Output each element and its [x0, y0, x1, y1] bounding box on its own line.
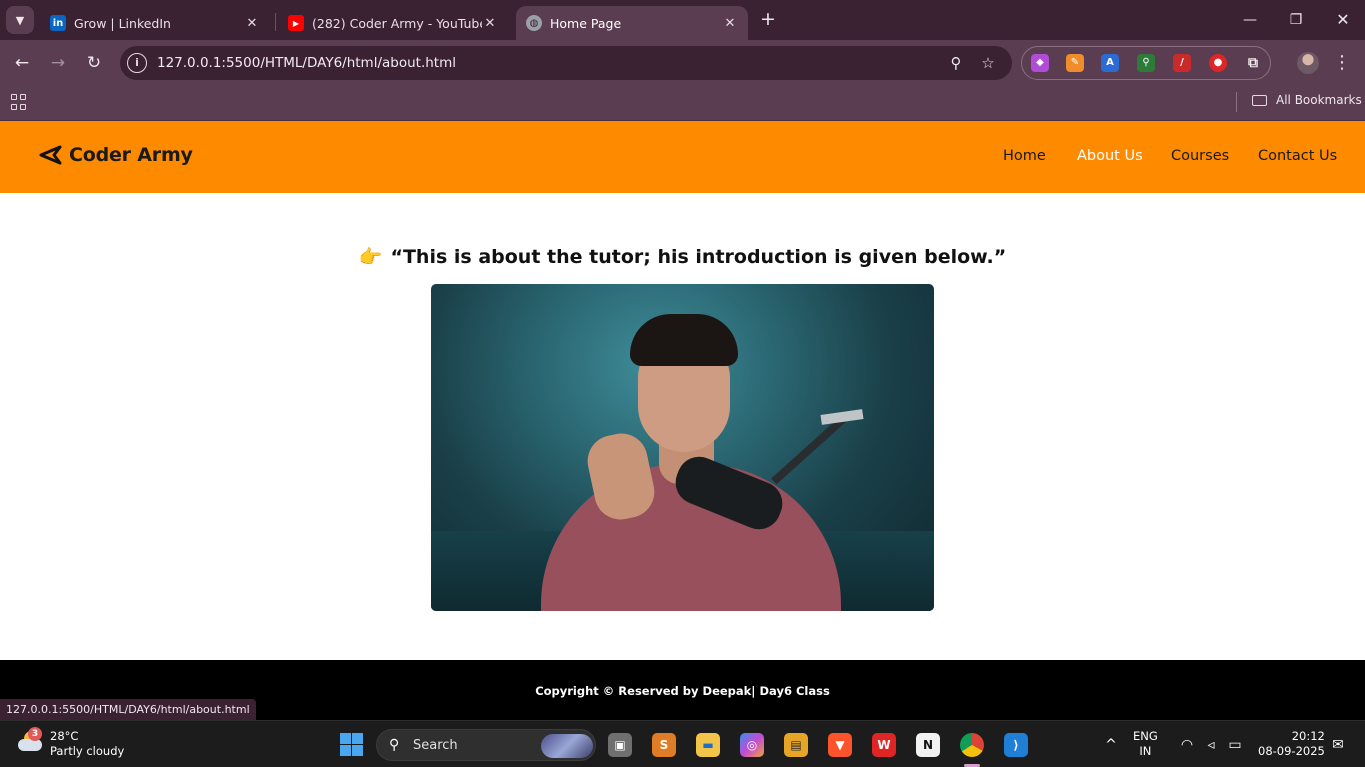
- copyright-text: Copyright © Reserved by Deepak| Day6 Cla…: [535, 684, 830, 698]
- chevron-up-icon[interactable]: ^: [1101, 735, 1121, 755]
- about-heading: 👉 “This is about the tutor; his introduct…: [0, 245, 1365, 268]
- clock-time: 20:12: [1291, 729, 1325, 743]
- extension-icon[interactable]: A: [1101, 54, 1119, 72]
- brand-name: Coder Army: [69, 144, 193, 166]
- language-indicator[interactable]: ENG IN: [1133, 729, 1158, 759]
- tutor-photo: [431, 284, 934, 611]
- profile-avatar[interactable]: [1297, 52, 1319, 74]
- tab-label: Grow | LinkedIn: [74, 15, 171, 31]
- windows-taskbar: 3 28°C Partly cloudy ⚲ Search ▣ S ▬ ◎ ▤ …: [0, 720, 1365, 767]
- clock-date: 08-09-2025: [1258, 744, 1325, 758]
- pointing-hand-icon: 👉: [358, 246, 383, 268]
- notion-icon[interactable]: N: [916, 733, 940, 757]
- brand-arrow-icon: [39, 145, 62, 165]
- puzzle-icon[interactable]: ⧉: [1244, 54, 1262, 72]
- copilot-icon[interactable]: ◎: [740, 733, 764, 757]
- region-code: IN: [1139, 744, 1152, 758]
- folder-icon: [1252, 94, 1267, 106]
- linkedin-icon: in: [50, 15, 66, 31]
- weather-widget[interactable]: 3 28°C Partly cloudy: [18, 727, 125, 759]
- extension-icon[interactable]: ●: [1209, 54, 1227, 72]
- sublime-text-icon[interactable]: S: [652, 733, 676, 757]
- volume-icon[interactable]: ◃: [1201, 735, 1221, 755]
- extension-icon[interactable]: ✎: [1066, 54, 1084, 72]
- all-bookmarks-label: All Bookmarks: [1276, 93, 1362, 107]
- browser-toolbar: ← → ↻ i 127.0.0.1:5500/HTML/DAY6/html/ab…: [0, 40, 1365, 86]
- taskbar-search[interactable]: ⚲ Search: [376, 729, 596, 761]
- minimize-button[interactable]: —: [1238, 8, 1262, 32]
- youtube-icon: ▶: [288, 15, 304, 31]
- bookmarks-divider: [1236, 92, 1237, 112]
- zoom-icon[interactable]: ⚲: [946, 53, 966, 73]
- brand-logo[interactable]: Coder Army: [38, 143, 193, 167]
- site-info-icon[interactable]: i: [127, 53, 147, 73]
- about-heading-text: “This is about the tutor; his introducti…: [390, 246, 1007, 268]
- extension-icon[interactable]: ◆: [1031, 54, 1049, 72]
- restore-button[interactable]: ❐: [1284, 8, 1308, 32]
- tab-label: (282) Coder Army - YouTube: [312, 15, 482, 31]
- nav-contact-us[interactable]: Contact Us: [1258, 148, 1337, 164]
- tab-divider: [275, 13, 276, 31]
- wifi-icon[interactable]: ◠: [1177, 735, 1197, 755]
- search-label: Search: [413, 738, 458, 753]
- back-button[interactable]: ←: [9, 50, 35, 76]
- clock[interactable]: 20:12 08-09-2025: [1258, 729, 1325, 759]
- close-icon[interactable]: ✕: [244, 16, 260, 31]
- globe-icon: ◍: [526, 15, 542, 31]
- extension-icon[interactable]: ⚲: [1137, 54, 1155, 72]
- tab-youtube[interactable]: ▶ (282) Coder Army - YouTube ✕: [278, 6, 508, 40]
- nav-home[interactable]: Home: [1003, 148, 1046, 164]
- tab-home-page[interactable]: ◍ Home Page ✕: [516, 6, 748, 40]
- brave-browser-icon[interactable]: ▼: [828, 733, 852, 757]
- tab-search-button[interactable]: ▼: [6, 6, 34, 34]
- tab-label: Home Page: [550, 15, 622, 31]
- search-icon: ⚲: [389, 737, 400, 753]
- vscode-icon[interactable]: ⟩: [1004, 733, 1028, 757]
- close-window-button[interactable]: ✕: [1331, 8, 1355, 32]
- windows-start-icon[interactable]: [340, 733, 363, 756]
- tab-linkedin[interactable]: in Grow | LinkedIn ✕: [40, 6, 270, 40]
- browser-tab-strip: ▼ in Grow | LinkedIn ✕ ▶ (282) Coder Arm…: [0, 0, 1365, 40]
- extension-icon[interactable]: /: [1173, 54, 1191, 72]
- apps-icon[interactable]: [11, 94, 27, 110]
- battery-icon[interactable]: ▭: [1225, 735, 1245, 755]
- address-bar[interactable]: i 127.0.0.1:5500/HTML/DAY6/html/about.ht…: [120, 46, 1012, 80]
- status-bar-url: 127.0.0.1:5500/HTML/DAY6/html/about.html: [0, 699, 256, 720]
- close-icon[interactable]: ✕: [482, 16, 498, 31]
- notification-badge: 3: [28, 727, 42, 741]
- extensions-area: ◆ ✎ A ⚲ / ● ⧉: [1021, 46, 1271, 80]
- file-explorer-icon[interactable]: ▬: [696, 733, 720, 757]
- partly-cloudy-icon: 3: [18, 727, 44, 755]
- search-highlight-image: [541, 734, 593, 758]
- notifications-icon[interactable]: ✉: [1328, 735, 1348, 755]
- task-view-icon[interactable]: ▣: [608, 733, 632, 757]
- new-tab-button[interactable]: +: [758, 9, 778, 29]
- notes-app-icon[interactable]: ▤: [784, 733, 808, 757]
- reload-button[interactable]: ↻: [81, 50, 107, 76]
- weather-description: Partly cloudy: [50, 744, 125, 758]
- weather-temperature: 28°C: [50, 729, 79, 743]
- forward-button[interactable]: →: [45, 50, 71, 76]
- all-bookmarks-button[interactable]: All Bookmarks: [1252, 93, 1362, 107]
- bookmarks-bar: All Bookmarks: [0, 86, 1365, 121]
- chrome-icon[interactable]: [960, 733, 984, 757]
- close-icon[interactable]: ✕: [722, 16, 738, 31]
- bookmark-star-icon[interactable]: ☆: [978, 53, 998, 73]
- nav-about-us[interactable]: About Us: [1077, 148, 1143, 164]
- nav-courses[interactable]: Courses: [1171, 148, 1229, 164]
- wps-office-icon[interactable]: W: [872, 733, 896, 757]
- language-code: ENG: [1133, 729, 1158, 743]
- url-text[interactable]: 127.0.0.1:5500/HTML/DAY6/html/about.html: [157, 55, 456, 71]
- site-header: Coder Army Home About Us Courses Contact…: [0, 121, 1365, 193]
- menu-icon[interactable]: ⋮: [1332, 50, 1352, 76]
